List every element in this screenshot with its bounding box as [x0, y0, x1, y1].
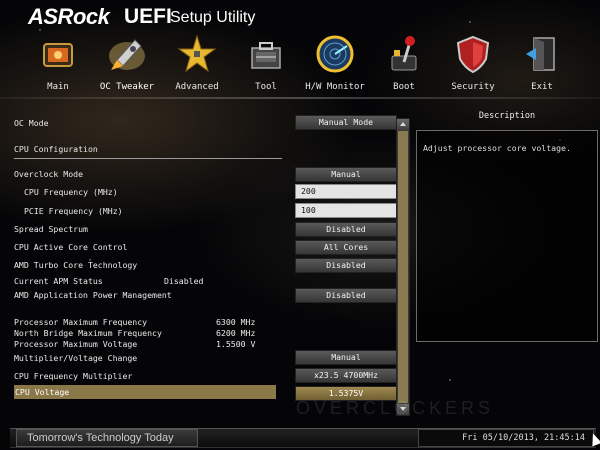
description-box: Adjust processor core voltage. — [416, 130, 598, 342]
nav-tool[interactable]: Tool — [230, 32, 302, 96]
header: ASRock UEFI Setup Utility — [0, 0, 600, 32]
nav-boot-label: Boot — [393, 82, 415, 92]
cpu-active-core-control-label: CPU Active Core Control — [14, 242, 128, 252]
oc-tweaker-rocket-icon — [109, 39, 145, 70]
amd-turbo-core-value[interactable]: Disabled — [295, 258, 397, 273]
current-apm-status-value: Disabled — [164, 276, 204, 286]
amd-apm-label: AMD Application Power Management — [14, 290, 172, 300]
radar-icon — [316, 35, 354, 73]
nav-hw-monitor-label: H/W Monitor — [305, 82, 365, 92]
description-text: Adjust processor core voltage. — [423, 143, 571, 153]
asrock-logo: ASRock — [28, 4, 110, 29]
processor-max-voltage-label: Processor Maximum Voltage — [14, 339, 138, 349]
watermark: OVERCLOCKERS — [296, 398, 495, 418]
cpu-voltage-label: CPU Voltage — [15, 387, 70, 397]
nav-exit[interactable]: Exit — [506, 32, 578, 96]
multiplier-voltage-change-label: Multiplier/Voltage Change — [14, 353, 138, 363]
overclock-mode-label: Overclock Mode — [14, 169, 84, 179]
amd-turbo-core-label: AMD Turbo Core Technology — [14, 260, 138, 270]
spread-spectrum-label: Spread Spectrum — [14, 224, 88, 234]
cpu-voltage-row[interactable]: CPU Voltage — [14, 385, 276, 399]
settings-panel: OC Mode Manual Mode CPU Configuration Ov… — [8, 110, 398, 420]
description-title: Description — [478, 111, 536, 121]
nav-oc-tweaker-label: OC Tweaker — [99, 82, 155, 92]
footer: Tomorrow's Technology Today Fri 05/10/20… — [0, 420, 600, 450]
processor-max-voltage-value: 1.5500 V — [216, 339, 256, 349]
menu-divider — [0, 97, 600, 99]
spread-spectrum-value[interactable]: Disabled — [295, 222, 397, 237]
north-bridge-max-frequency-label: North Bridge Maximum Frequency — [14, 328, 162, 338]
advanced-star-icon — [177, 34, 217, 73]
exit-door-icon — [526, 37, 555, 71]
chevron-up-icon — [400, 122, 406, 126]
settings-scrollbar[interactable] — [396, 118, 410, 416]
oc-mode-label: OC Mode — [14, 118, 49, 128]
cpu-active-core-control-value[interactable]: All Cores — [295, 240, 397, 255]
cpu-frequency-input[interactable]: 200 — [295, 184, 397, 199]
scroll-thumb[interactable] — [398, 131, 408, 403]
footer-datetime: Fri 05/10/2013, 21:45:14 — [418, 429, 594, 447]
section-divider — [14, 158, 282, 159]
pcie-frequency-input[interactable]: 100 — [295, 203, 397, 218]
uefi-title: UEFI — [124, 5, 172, 28]
cpu-configuration-heading: CPU Configuration — [14, 144, 98, 154]
toolbox-icon — [251, 42, 281, 69]
nav-hw-monitor[interactable]: H/W Monitor — [299, 32, 371, 96]
pcie-frequency-label: PCIE Frequency (MHz) — [24, 206, 123, 216]
shield-icon — [456, 35, 490, 74]
processor-max-frequency-label: Processor Maximum Frequency — [14, 317, 148, 327]
overclock-mode-value[interactable]: Manual — [295, 167, 397, 182]
oc-mode-value[interactable]: Manual Mode — [295, 115, 397, 130]
processor-max-frequency-value: 6300 MHz — [216, 317, 256, 327]
nav-tool-label: Tool — [255, 82, 277, 92]
scroll-up-button[interactable] — [397, 119, 409, 130]
nav-boot[interactable]: Boot — [368, 32, 440, 96]
footer-tagline: Tomorrow's Technology Today — [16, 429, 198, 447]
nav-oc-tweaker[interactable]: OC Tweaker — [91, 32, 163, 96]
main-icon — [43, 43, 73, 67]
boot-lever-icon — [391, 36, 417, 71]
multiplier-voltage-change-value[interactable]: Manual — [295, 350, 397, 365]
nav-advanced[interactable]: Advanced — [161, 32, 233, 96]
nav-exit-label: Exit — [531, 82, 553, 92]
cpu-frequency-label: CPU Frequency (MHz) — [24, 187, 118, 197]
nav-security-label: Security — [451, 82, 495, 92]
cpu-frequency-multiplier-label: CPU Frequency Multiplier — [14, 371, 133, 381]
cpu-frequency-multiplier-value[interactable]: x23.5 4700MHz — [295, 368, 397, 383]
nav-main-label: Main — [47, 82, 69, 92]
current-apm-status-label: Current APM Status — [14, 276, 103, 286]
setup-utility-title: Setup Utility — [170, 9, 256, 26]
north-bridge-max-frequency-value: 6200 MHz — [216, 328, 256, 338]
nav-advanced-label: Advanced — [175, 82, 219, 92]
description-panel: Description Adjust processor core voltag… — [416, 108, 598, 408]
main-nav: Main OC Tweaker Advanced Tool H/W Monito… — [0, 32, 600, 96]
amd-apm-value[interactable]: Disabled — [295, 288, 397, 303]
nav-main[interactable]: Main — [22, 32, 94, 96]
nav-security[interactable]: Security — [437, 32, 509, 96]
